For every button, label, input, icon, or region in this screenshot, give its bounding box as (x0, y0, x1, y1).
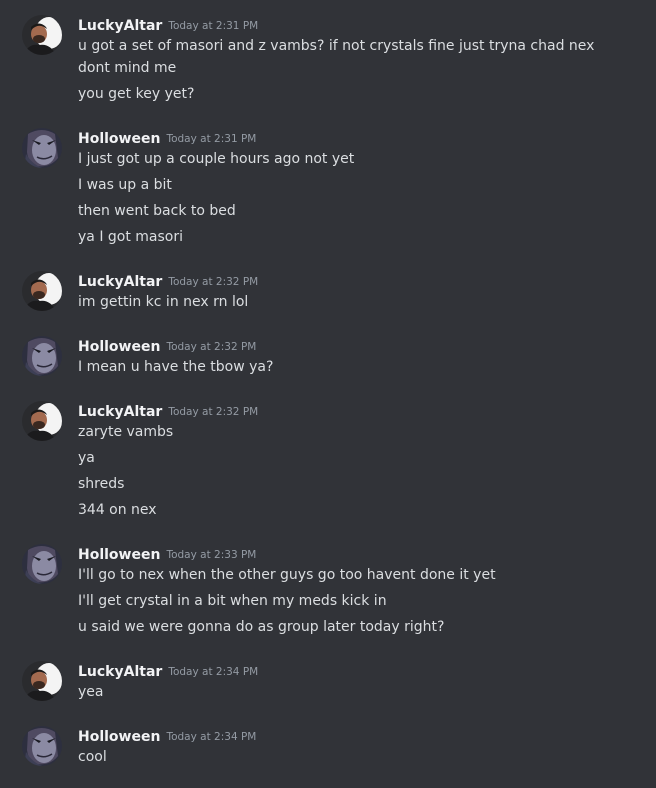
lucky-altar-avatar-icon (22, 271, 62, 311)
avatar[interactable] (22, 726, 62, 766)
username[interactable]: Holloween (78, 547, 160, 563)
message-text: shreds (78, 476, 125, 492)
timestamp[interactable]: Today at 2:33 PM (166, 549, 256, 561)
message-header: Holloween Today at 2:32 PM (78, 336, 256, 356)
message-text: dont mind me (78, 60, 177, 76)
message-header: Holloween Today at 2:34 PM (78, 726, 256, 746)
avatar[interactable] (22, 661, 62, 701)
holloween-avatar-icon (22, 544, 62, 584)
message-text: yea (78, 684, 104, 700)
message-text: I was up a bit (78, 177, 172, 193)
message-text: I'll go to nex when the other guys go to… (78, 567, 496, 583)
avatar[interactable] (22, 15, 62, 55)
username[interactable]: Holloween (78, 131, 160, 147)
message-header: Holloween Today at 2:33 PM (78, 544, 256, 564)
username[interactable]: LuckyAltar (78, 18, 162, 34)
message-header: Holloween Today at 2:31 PM (78, 128, 256, 148)
timestamp[interactable]: Today at 2:31 PM (168, 20, 258, 32)
timestamp[interactable]: Today at 2:34 PM (168, 666, 258, 678)
username[interactable]: Holloween (78, 339, 160, 355)
message-text: u said we were gonna do as group later t… (78, 619, 445, 635)
message-text: ya (78, 450, 95, 466)
message-header: LuckyAltar Today at 2:32 PM (78, 401, 258, 421)
message-text: I mean u have the tbow ya? (78, 359, 274, 375)
avatar[interactable] (22, 336, 62, 376)
message-header: LuckyAltar Today at 2:34 PM (78, 661, 258, 681)
message-text: im gettin kc in nex rn lol (78, 294, 249, 310)
avatar[interactable] (22, 271, 62, 311)
avatar[interactable] (22, 128, 62, 168)
timestamp[interactable]: Today at 2:32 PM (166, 341, 256, 353)
lucky-altar-avatar-icon (22, 661, 62, 701)
timestamp[interactable]: Today at 2:31 PM (166, 133, 256, 145)
holloween-avatar-icon (22, 336, 62, 376)
username[interactable]: LuckyAltar (78, 404, 162, 420)
message-text: I just got up a couple hours ago not yet (78, 151, 355, 167)
lucky-altar-avatar-icon (22, 15, 62, 55)
message-text: I'll get crystal in a bit when my meds k… (78, 593, 387, 609)
username[interactable]: LuckyAltar (78, 274, 162, 290)
message-header: LuckyAltar Today at 2:32 PM (78, 271, 258, 291)
timestamp[interactable]: Today at 2:32 PM (168, 276, 258, 288)
avatar[interactable] (22, 544, 62, 584)
timestamp[interactable]: Today at 2:32 PM (168, 406, 258, 418)
holloween-avatar-icon (22, 726, 62, 766)
message-text: 344 on nex (78, 502, 157, 518)
message-text: u got a set of masori and z vambs? if no… (78, 38, 595, 54)
message-text: cool (78, 749, 107, 765)
username[interactable]: Holloween (78, 729, 160, 745)
timestamp[interactable]: Today at 2:34 PM (166, 731, 256, 743)
message-header: LuckyAltar Today at 2:31 PM (78, 15, 258, 35)
message-text: ya I got masori (78, 229, 184, 245)
message-text: zaryte vambs (78, 424, 174, 440)
username[interactable]: LuckyAltar (78, 664, 162, 680)
lucky-altar-avatar-icon (22, 401, 62, 441)
holloween-avatar-icon (22, 128, 62, 168)
message-text: then went back to bed (78, 203, 236, 219)
chat-message-list: LuckyAltar Today at 2:31 PM u got a set o… (0, 0, 656, 788)
message-text: you get key yet? (78, 86, 195, 102)
avatar[interactable] (22, 401, 62, 441)
